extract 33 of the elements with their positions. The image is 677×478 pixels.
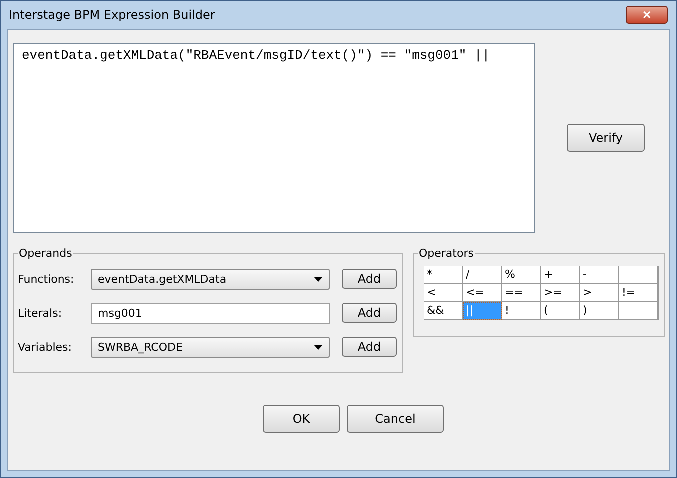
add-button[interactable]: Add: [342, 269, 397, 289]
operator-cell[interactable]: (: [541, 302, 580, 320]
verify-button[interactable]: Verify: [567, 124, 645, 152]
operator-cell[interactable]: <=: [463, 284, 502, 302]
operator-cell[interactable]: !: [502, 302, 541, 320]
ok-button[interactable]: OK: [263, 405, 340, 433]
operator-cell[interactable]: %: [502, 266, 541, 284]
field-label: Variables:: [18, 340, 73, 354]
dropdown[interactable]: eventData.getXMLData: [91, 268, 330, 290]
operator-cell[interactable]: ): [580, 302, 619, 320]
window-title: Interstage BPM Expression Builder: [9, 8, 216, 22]
operator-cell[interactable]: -: [580, 266, 619, 284]
dropdown[interactable]: SWRBA_RCODE: [91, 336, 330, 358]
add-button[interactable]: Add: [342, 337, 397, 357]
caret-icon: [314, 344, 323, 350]
expression-field[interactable]: eventData.getXMLData("RBAEvent/msgID/text()") == "msg001" ||: [13, 43, 535, 233]
operator-cell[interactable]: &&: [424, 302, 463, 320]
operator-cell[interactable]: >: [580, 284, 619, 302]
add-button[interactable]: Add: [342, 303, 397, 323]
group-title: Operands: [18, 247, 74, 260]
field-label: Literals:: [18, 306, 64, 320]
operator-cell[interactable]: <: [424, 284, 463, 302]
operator-cell[interactable]: !=: [619, 284, 658, 302]
group-title: Operators: [418, 247, 475, 260]
input-field[interactable]: msg001: [91, 302, 330, 324]
operator-cell[interactable]: ==: [502, 284, 541, 302]
operator-cell[interactable]: +: [541, 266, 580, 284]
operator-cell[interactable]: /: [463, 266, 502, 284]
field-label: Functions:: [18, 272, 76, 286]
caret-icon: [314, 276, 323, 282]
cancel-button[interactable]: Cancel: [347, 405, 444, 433]
operator-cell[interactable]: >=: [541, 284, 580, 302]
operator-cell[interactable]: *: [424, 266, 463, 284]
